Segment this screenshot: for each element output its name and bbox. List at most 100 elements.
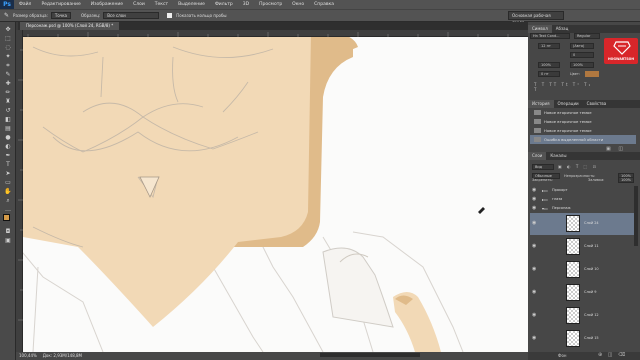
tab-channels[interactable]: Каналы [546, 152, 570, 160]
history-item[interactable]: Новое вторичное темое [530, 108, 636, 117]
type-tool-icon[interactable]: T [3, 161, 13, 168]
horizontal-scrollbar[interactable] [320, 353, 420, 357]
foreground-color-swatch[interactable] [3, 214, 10, 221]
lasso-tool-icon[interactable]: ◌ [3, 44, 13, 51]
status-bar: 100,44% Док: 2,93М/148,8М [16, 352, 528, 360]
brush-tool-icon[interactable]: ✏ [3, 89, 13, 96]
layer-thumbnail [566, 261, 580, 278]
layer-row[interactable]: ◉ Слой 10 [530, 259, 634, 281]
menu-view[interactable]: Просмотр [254, 2, 287, 7]
gradient-tool-icon[interactable]: ▤ [3, 125, 13, 132]
tools-panel: ✥ ⬚ ◌ ✦ ⌗ ✎ ✚ ✏ ♜ ↺ ◧ ▤ ● ◐ ✒ T ➤ ▭ ✋ ⌕ … [0, 22, 16, 360]
eye-icon[interactable]: ◉ [532, 243, 536, 249]
history-step-icon [534, 128, 541, 133]
leading-field[interactable]: (Авто) [570, 43, 594, 49]
tracking-field[interactable]: 0 [570, 52, 594, 58]
menu-3d[interactable]: 3D [238, 2, 254, 7]
eyedropper-icon[interactable]: ✎ [4, 12, 9, 19]
blur-tool-icon[interactable]: ● [3, 134, 13, 141]
layer-row[interactable]: ◉ Слой 9 [530, 282, 634, 304]
eye-icon[interactable]: ◉ [532, 204, 538, 213]
marquee-tool-icon[interactable]: ⬚ [3, 35, 13, 42]
menu-layers[interactable]: Слои [128, 2, 150, 7]
folder-icon: ▸▭ [542, 188, 548, 193]
tab-history[interactable]: История [528, 100, 554, 108]
menu-edit[interactable]: Редактирование [36, 2, 85, 7]
show-ring-checkbox[interactable] [167, 13, 173, 18]
baseline-field[interactable]: 0 пт [538, 71, 560, 77]
zoom-level[interactable]: 100,44% [19, 352, 37, 360]
magic-wand-icon[interactable]: ✦ [3, 53, 13, 60]
document-tab[interactable]: Персонаж.psd @ 100% (Слой 24, RGB/8) * [20, 22, 120, 30]
layer-kind-filter[interactable]: Вид [532, 164, 554, 170]
eye-icon[interactable]: ◉ [532, 195, 538, 204]
hand-tool-icon[interactable]: ✋ [3, 188, 13, 195]
filter-icons[interactable]: ▣ ◐ T ⬚ ⊡ [558, 164, 598, 169]
text-style-buttons[interactable]: T T TT Tt T¹ T₁ T [534, 82, 594, 92]
tab-properties[interactable]: Свойства [583, 100, 611, 108]
layer-group-label: Персонаж [552, 206, 571, 210]
menu-image[interactable]: Изображение [86, 2, 128, 7]
menu-file[interactable]: Файл [14, 2, 36, 7]
tab-actions[interactable]: Операции [554, 100, 583, 108]
layer-group-row[interactable]: ◉ ▸▭ Пракорт [530, 186, 634, 195]
menu-select[interactable]: Выделение [173, 2, 210, 7]
menu-text[interactable]: Текст [150, 2, 173, 7]
eye-icon[interactable]: ◉ [532, 186, 538, 195]
layer-thumbnail [566, 330, 580, 347]
zoom-tool-icon[interactable]: ⌕ [3, 197, 13, 204]
healing-tool-icon[interactable]: ✚ [3, 80, 13, 87]
path-select-icon[interactable]: ➤ [3, 170, 13, 177]
lock-label: Закрепить: [532, 178, 553, 182]
quick-mask-icon[interactable]: ◘ [3, 228, 13, 235]
pen-tool-icon[interactable]: ✒ [3, 152, 13, 159]
tab-layers[interactable]: Слои [528, 152, 547, 160]
eye-icon[interactable]: ◉ [532, 266, 536, 272]
history-step-icon [534, 137, 541, 142]
shape-tool-icon[interactable]: ▭ [3, 179, 13, 186]
history-brush-icon[interactable]: ↺ [3, 107, 13, 114]
move-tool-icon[interactable]: ✥ [3, 26, 13, 33]
sample-size-select[interactable]: Точка [50, 12, 71, 19]
layer-row[interactable]: ◉ Слой 12 [530, 305, 634, 327]
font-size-field[interactable]: 12 пт [538, 43, 560, 49]
canvas[interactable] [23, 37, 528, 352]
background-layer-label: Фон [558, 353, 567, 358]
history-item[interactable]: Новое вторичное темое [530, 126, 636, 135]
fill-field[interactable]: 100% [618, 177, 634, 183]
sample-select[interactable]: Все слои [103, 12, 160, 19]
history-item-selected[interactable]: Ошибка выделенной области [530, 135, 636, 144]
menu-help[interactable]: Справка [309, 2, 339, 7]
layer-label: Слой 11 [584, 244, 599, 248]
font-family-select[interactable]: Hn Text Cond... [530, 33, 570, 39]
vertical-scale-field[interactable]: 100% [538, 62, 560, 68]
menu-window[interactable]: Окно [287, 2, 309, 7]
layer-row-selected[interactable]: ◉ Слой 24 [530, 213, 634, 235]
dodge-tool-icon[interactable]: ◐ [3, 143, 13, 150]
layers-scrollbar[interactable] [634, 186, 638, 246]
font-style-select[interactable]: Regular [574, 33, 600, 39]
layer-group-row[interactable]: ◉ ▸▭ глаза [530, 195, 634, 204]
eye-icon[interactable]: ◉ [532, 220, 536, 226]
more-tools-icon[interactable]: … [3, 206, 13, 213]
horizontal-scale-field[interactable]: 100% [570, 62, 594, 68]
layer-label: Слой 24 [584, 221, 599, 225]
eye-icon[interactable]: ◉ [532, 289, 536, 295]
layer-row[interactable]: ◉ Слой 15 [530, 328, 634, 350]
history-item[interactable]: Новое вторичное темое [530, 117, 636, 126]
menu-filter[interactable]: Фильтр [210, 2, 238, 7]
layers-panel-tabs: Слои Каналы [528, 152, 640, 160]
screen-mode-icon[interactable]: ▣ [3, 237, 13, 244]
layer-action-icons[interactable]: ⊕ ◫ ⌫ [598, 352, 627, 358]
eraser-tool-icon[interactable]: ◧ [3, 116, 13, 123]
workspace-select[interactable]: Основная рабочая среда [508, 11, 564, 25]
layer-row[interactable]: ◉ Слой 11 [530, 236, 634, 258]
crop-tool-icon[interactable]: ⌗ [3, 62, 13, 69]
eye-icon[interactable]: ◉ [532, 312, 536, 318]
stamp-tool-icon[interactable]: ♜ [3, 98, 13, 105]
layer-label: Слой 15 [584, 336, 599, 340]
eye-icon[interactable]: ◉ [532, 335, 536, 341]
eyedropper-tool-icon[interactable]: ✎ [3, 71, 13, 78]
text-color-swatch[interactable] [585, 71, 599, 77]
layer-group-row[interactable]: ◉ ▾▭ Персонаж [530, 204, 634, 213]
